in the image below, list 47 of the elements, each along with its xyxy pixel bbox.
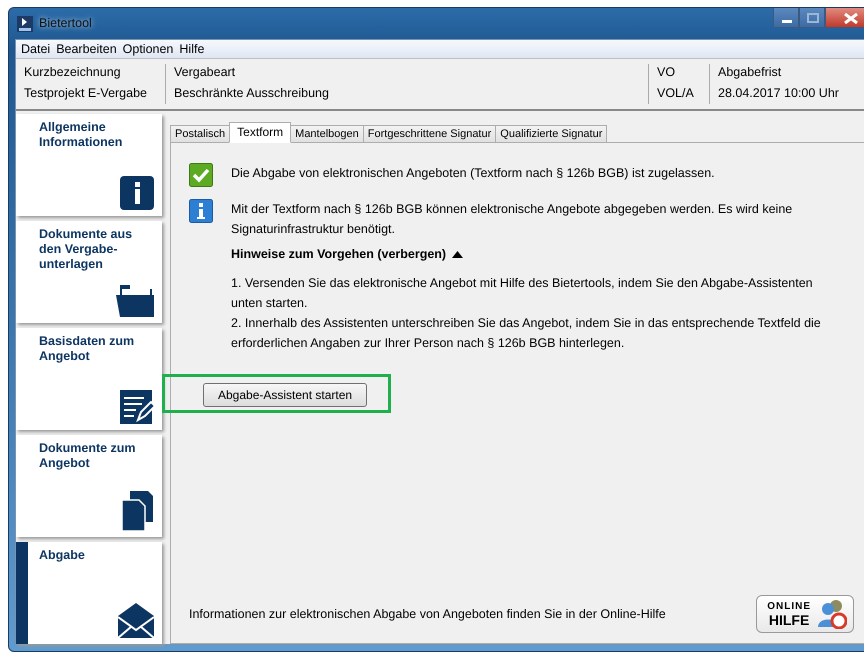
caret-icon xyxy=(452,250,464,258)
header-label: Abgabefrist xyxy=(718,64,782,81)
hints-toggle[interactable]: Hinweise zum Vorgehen (verbergen) xyxy=(231,245,464,263)
menu-item[interactable]: Bearbeiten xyxy=(56,40,117,58)
sidebar-item[interactable]: Allgemeine Informationen xyxy=(16,114,162,216)
close-button[interactable] xyxy=(825,8,864,28)
tab[interactable]: Mantelbogen xyxy=(290,125,364,143)
document-pencil-icon xyxy=(120,390,154,424)
sidebar-item[interactable]: Dokumente aus den Vergabe-unterlagen xyxy=(16,221,162,323)
header-value: Testprojekt E-Vergabe xyxy=(24,85,148,102)
header-label: VO xyxy=(657,64,676,81)
sidebar-item[interactable]: Basisdaten zum Angebot xyxy=(16,328,162,430)
online-help-button[interactable]: ONLINE HILFE xyxy=(756,595,854,633)
support-person-icon xyxy=(817,599,847,629)
app-logo-icon xyxy=(17,16,33,32)
tab[interactable]: Qualifizierte Signatur xyxy=(495,125,608,143)
check-icon xyxy=(189,163,213,187)
minimize-icon xyxy=(782,20,792,22)
step-text: 2. Innerhalb des Assistenten unterschreiben Sie das Angebot, indem Sie in das entsprechende Textfeld die erforderlichen Angaben zur Ihrer Person nach § 126b BGB hinterlegen. xyxy=(231,315,822,352)
footer-text: Informationen zur elektronischen Abgabe von Angeboten finden Sie in der Online-Hilfe xyxy=(189,606,666,623)
close-icon xyxy=(844,12,858,24)
step-text: 1. Versenden Sie das elektronische Angebot mit Hilfe des Bietertools, indem Sie den Abgabe-Assistenten unten starten. xyxy=(231,275,814,312)
header-label: Vergabeart xyxy=(174,64,236,81)
info-icon xyxy=(189,199,213,223)
menu-item[interactable]: Optionen xyxy=(122,40,174,58)
header-label: Kurzbezeichnung xyxy=(24,64,122,81)
info-icon xyxy=(120,176,154,210)
tab[interactable]: Fortgeschrittene Signatur xyxy=(362,125,496,143)
minimize-button[interactable] xyxy=(773,8,799,28)
tab[interactable]: Textform xyxy=(229,122,292,143)
menu-item[interactable]: Hilfe xyxy=(179,40,204,58)
envelope-icon xyxy=(118,602,154,638)
sidebar-item[interactable]: Dokumente zum Angebot xyxy=(16,435,162,537)
maximize-button[interactable] xyxy=(799,8,825,28)
sidebar-item[interactable]: Abgabe xyxy=(16,542,162,644)
start-assistant-button[interactable]: Abgabe-Assistent starten xyxy=(203,383,368,407)
tab[interactable]: Postalisch xyxy=(170,125,230,143)
maximize-icon xyxy=(807,12,819,22)
window-title: Bietertool xyxy=(39,15,92,32)
folder-icon xyxy=(116,285,154,317)
message-text: Mit der Textform nach § 126b BGB können elektronische Angebote abgegeben werden. Es wird keine Signaturinfrastruktur benötigt. xyxy=(231,201,794,238)
header-value: Beschränkte Ausschreibung xyxy=(174,85,330,102)
documents-icon xyxy=(122,491,154,531)
menu-item[interactable]: Datei xyxy=(21,40,50,58)
header-value: 28.04.2017 10:00 Uhr xyxy=(718,85,840,102)
message-text: Die Abgabe von elektronischen Angeboten (Textform nach § 126b BGB) ist zugelassen. xyxy=(231,165,715,182)
header-value: VOL/A xyxy=(657,85,695,102)
